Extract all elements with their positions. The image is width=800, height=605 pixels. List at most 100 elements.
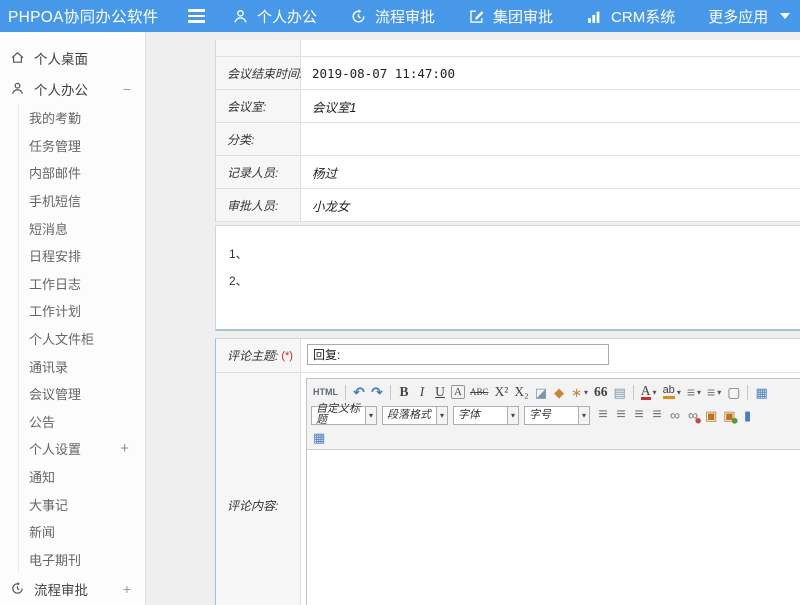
separator[interactable] bbox=[390, 385, 391, 400]
sidebar-item-work-plan[interactable]: 工作计划 bbox=[19, 297, 145, 325]
comment-subject-label: 评论主题: (*) bbox=[216, 339, 301, 372]
font-border-icon[interactable]: A bbox=[451, 385, 465, 399]
insert-table-icon[interactable]: ▦ bbox=[311, 428, 327, 446]
field-label: 会议结束时间: bbox=[216, 57, 301, 89]
sidebar-item-label: 会议管理 bbox=[29, 384, 81, 403]
comment-subject-input[interactable] bbox=[307, 344, 609, 365]
sidebar-item-label: 手机短信 bbox=[29, 191, 81, 210]
link-icon[interactable]: ∞ bbox=[667, 406, 683, 424]
paragraph-format-select[interactable]: 段落格式 bbox=[382, 406, 448, 425]
nav-label: 集团审批 bbox=[493, 6, 553, 27]
nav-label: 流程审批 bbox=[375, 6, 435, 27]
sidebar-item-schedule[interactable]: 日程安排 bbox=[19, 242, 145, 270]
custom-heading-select[interactable]: 自定义标题 bbox=[311, 406, 377, 425]
sidebar-item-short-message[interactable]: 短消息 bbox=[19, 214, 145, 242]
field-label: 审批人员: bbox=[216, 189, 301, 221]
sidebar-item-workflow-approval[interactable]: 流程审批 + bbox=[0, 573, 145, 604]
eraser-icon[interactable]: ◪ bbox=[533, 383, 549, 401]
topbar: PHPOA协同办公软件 个人办公 流程审批 集团审批 CRM系统 bbox=[0, 0, 800, 32]
sidebar-item-task-management[interactable]: 任务管理 bbox=[19, 132, 145, 160]
sidebar-item-internal-mail[interactable]: 内部邮件 bbox=[19, 159, 145, 187]
menu-toggle-icon[interactable] bbox=[188, 10, 206, 23]
justify-icon[interactable]: ≡ bbox=[649, 406, 665, 424]
subscript-icon[interactable]: X₂ bbox=[512, 383, 530, 401]
sidebar-item-memorabilia[interactable]: 大事记 bbox=[19, 490, 145, 518]
sidebar-item-news[interactable]: 新闻 bbox=[19, 518, 145, 546]
insert-image-icon[interactable]: ▣ bbox=[721, 406, 737, 424]
align-center-icon[interactable]: ≡ bbox=[613, 406, 629, 424]
sidebar-item-label: 短消息 bbox=[29, 219, 68, 238]
autotypeset-icon[interactable]: ∗ bbox=[569, 383, 590, 401]
ordered-list-icon[interactable]: ≡ bbox=[685, 383, 703, 401]
nav-label: 个人办公 bbox=[257, 6, 317, 27]
sidebar-item-contacts[interactable]: 通讯录 bbox=[19, 352, 145, 380]
superscript-icon[interactable]: X² bbox=[493, 383, 511, 401]
sidebar-item-work-log[interactable]: 工作日志 bbox=[19, 270, 145, 298]
format-brush-icon[interactable]: ◆ bbox=[551, 383, 567, 401]
sidebar-item-label: 通知 bbox=[29, 467, 55, 486]
nav-personal-office[interactable]: 个人办公 bbox=[232, 6, 317, 27]
nav-crm-system[interactable]: CRM系统 bbox=[586, 6, 675, 27]
person-icon bbox=[10, 81, 25, 96]
unlink-icon[interactable]: ∞ bbox=[685, 406, 701, 424]
undo-icon[interactable]: ↶ bbox=[351, 383, 367, 401]
sidebar-item-label: 工作计划 bbox=[29, 301, 81, 320]
sidebar-item-announcement[interactable]: 公告 bbox=[19, 408, 145, 436]
expand-icon[interactable]: + bbox=[123, 582, 131, 596]
sidebar-item-my-attendance[interactable]: 我的考勤 bbox=[19, 104, 145, 132]
fullscreen-icon[interactable]: ▦ bbox=[753, 383, 769, 401]
sidebar-item-label: 个人办公 bbox=[34, 79, 88, 99]
field-value: 小龙女 bbox=[301, 189, 800, 221]
meeting-end-time-row: 会议结束时间: 2019-08-07 11:47:00 bbox=[216, 57, 800, 90]
new-page-icon[interactable]: ▢ bbox=[725, 383, 742, 401]
field-value: 会议室1 bbox=[301, 90, 800, 122]
separator[interactable] bbox=[345, 385, 346, 400]
bullet-list-icon[interactable]: ≡ bbox=[705, 383, 723, 401]
redo-icon[interactable]: ↷ bbox=[369, 383, 385, 401]
sidebar-item-meeting-management[interactable]: 会议管理 bbox=[19, 380, 145, 408]
editor-content-area[interactable] bbox=[307, 450, 800, 605]
sidebar-item-personal-files[interactable]: 个人文件柜 bbox=[19, 325, 145, 353]
bold-icon[interactable]: B bbox=[396, 383, 412, 401]
sidebar-item-personal-office[interactable]: 个人办公 − bbox=[0, 73, 145, 104]
nav-label: CRM系统 bbox=[611, 6, 675, 27]
edit-icon bbox=[468, 8, 485, 25]
highlight-color-icon[interactable]: ab bbox=[661, 383, 683, 401]
sidebar-item-personal-desktop[interactable]: 个人桌面 bbox=[0, 42, 145, 73]
nav-more-apps[interactable]: 更多应用 bbox=[708, 6, 790, 27]
align-right-icon[interactable]: ≡ bbox=[631, 406, 647, 424]
meeting-room-row: 会议室: 会议室1 bbox=[216, 90, 800, 123]
sidebar-item-label: 个人设置 bbox=[29, 439, 81, 458]
sidebar-item-label: 日程安排 bbox=[29, 246, 81, 265]
collapse-icon[interactable]: − bbox=[123, 82, 131, 96]
nav-workflow-approval[interactable]: 流程审批 bbox=[350, 6, 435, 27]
home-icon bbox=[10, 50, 25, 65]
sidebar-item-label: 大事记 bbox=[29, 495, 68, 514]
sidebar-item-notice[interactable]: 通知 bbox=[19, 463, 145, 491]
separator[interactable] bbox=[633, 385, 634, 400]
align-left-icon[interactable]: ≡ bbox=[595, 406, 611, 424]
font-color-icon[interactable]: A bbox=[639, 383, 659, 401]
content-line: 2、 bbox=[229, 268, 800, 295]
underline-icon[interactable]: U bbox=[432, 383, 448, 401]
italic-icon[interactable]: I bbox=[414, 383, 430, 401]
history-icon bbox=[10, 581, 25, 596]
font-size-select[interactable]: 字号 bbox=[524, 406, 590, 425]
nav-group-approval[interactable]: 集团审批 bbox=[468, 6, 553, 27]
font-family-select[interactable]: 字体 bbox=[453, 406, 519, 425]
blockquote-icon[interactable]: 66 bbox=[592, 383, 610, 401]
image-icon[interactable]: ▣ bbox=[703, 406, 719, 424]
html-source-button[interactable]: HTML bbox=[311, 383, 340, 401]
required-mark: (*) bbox=[281, 350, 293, 362]
expand-icon: + bbox=[120, 441, 129, 456]
sidebar-item-mobile-sms[interactable]: 手机短信 bbox=[19, 187, 145, 215]
content-line: 1、 bbox=[229, 241, 800, 268]
media-icon[interactable]: ▮ bbox=[740, 406, 756, 424]
comment-content-row: 评论内容: HTML ↶ ↷ bbox=[216, 373, 800, 605]
sidebar: 个人桌面 个人办公 − 我的考勤 任务管理 内部邮件 手机短信 短消息 日程安排 bbox=[0, 32, 146, 605]
strikethrough-icon[interactable]: ABC bbox=[468, 383, 491, 401]
sidebar-item-e-journal[interactable]: 电子期刊 bbox=[19, 546, 145, 574]
sidebar-item-personal-settings[interactable]: 个人设置 + bbox=[19, 435, 145, 463]
separator[interactable] bbox=[747, 385, 748, 400]
paste-icon[interactable]: ▤ bbox=[612, 383, 628, 401]
